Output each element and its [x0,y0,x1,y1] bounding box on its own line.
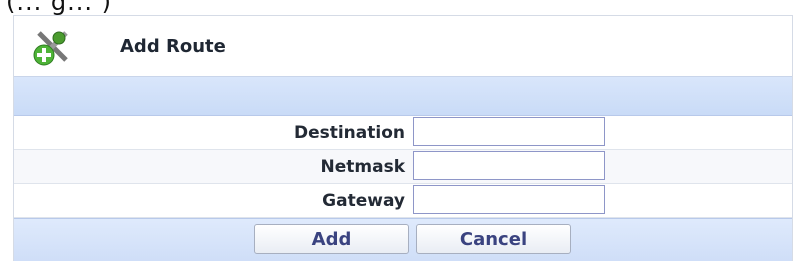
route-form: Destination Netmask Gateway [14,116,792,218]
cancel-button[interactable]: Cancel [416,224,571,254]
gateway-row: Gateway [14,184,792,218]
gateway-input[interactable] [413,185,605,214]
destination-input[interactable] [413,117,605,146]
header-band [14,77,792,116]
button-bar: Add Cancel [14,218,792,261]
destination-row: Destination [14,116,792,150]
netmask-label: Netmask [320,157,406,177]
top-fragment-text: (... g... ) [6,0,112,16]
panel-header: Add Route [14,16,792,77]
route-add-icon [33,31,68,66]
add-button[interactable]: Add [254,224,409,254]
dialog-title: Add Route [120,36,226,57]
destination-label: Destination [293,123,405,143]
netmask-input[interactable] [413,151,605,180]
add-route-panel: Add Route Destination Netmask Gateway Ad… [13,15,793,261]
netmask-row: Netmask [14,150,792,184]
gateway-label: Gateway [322,191,405,211]
